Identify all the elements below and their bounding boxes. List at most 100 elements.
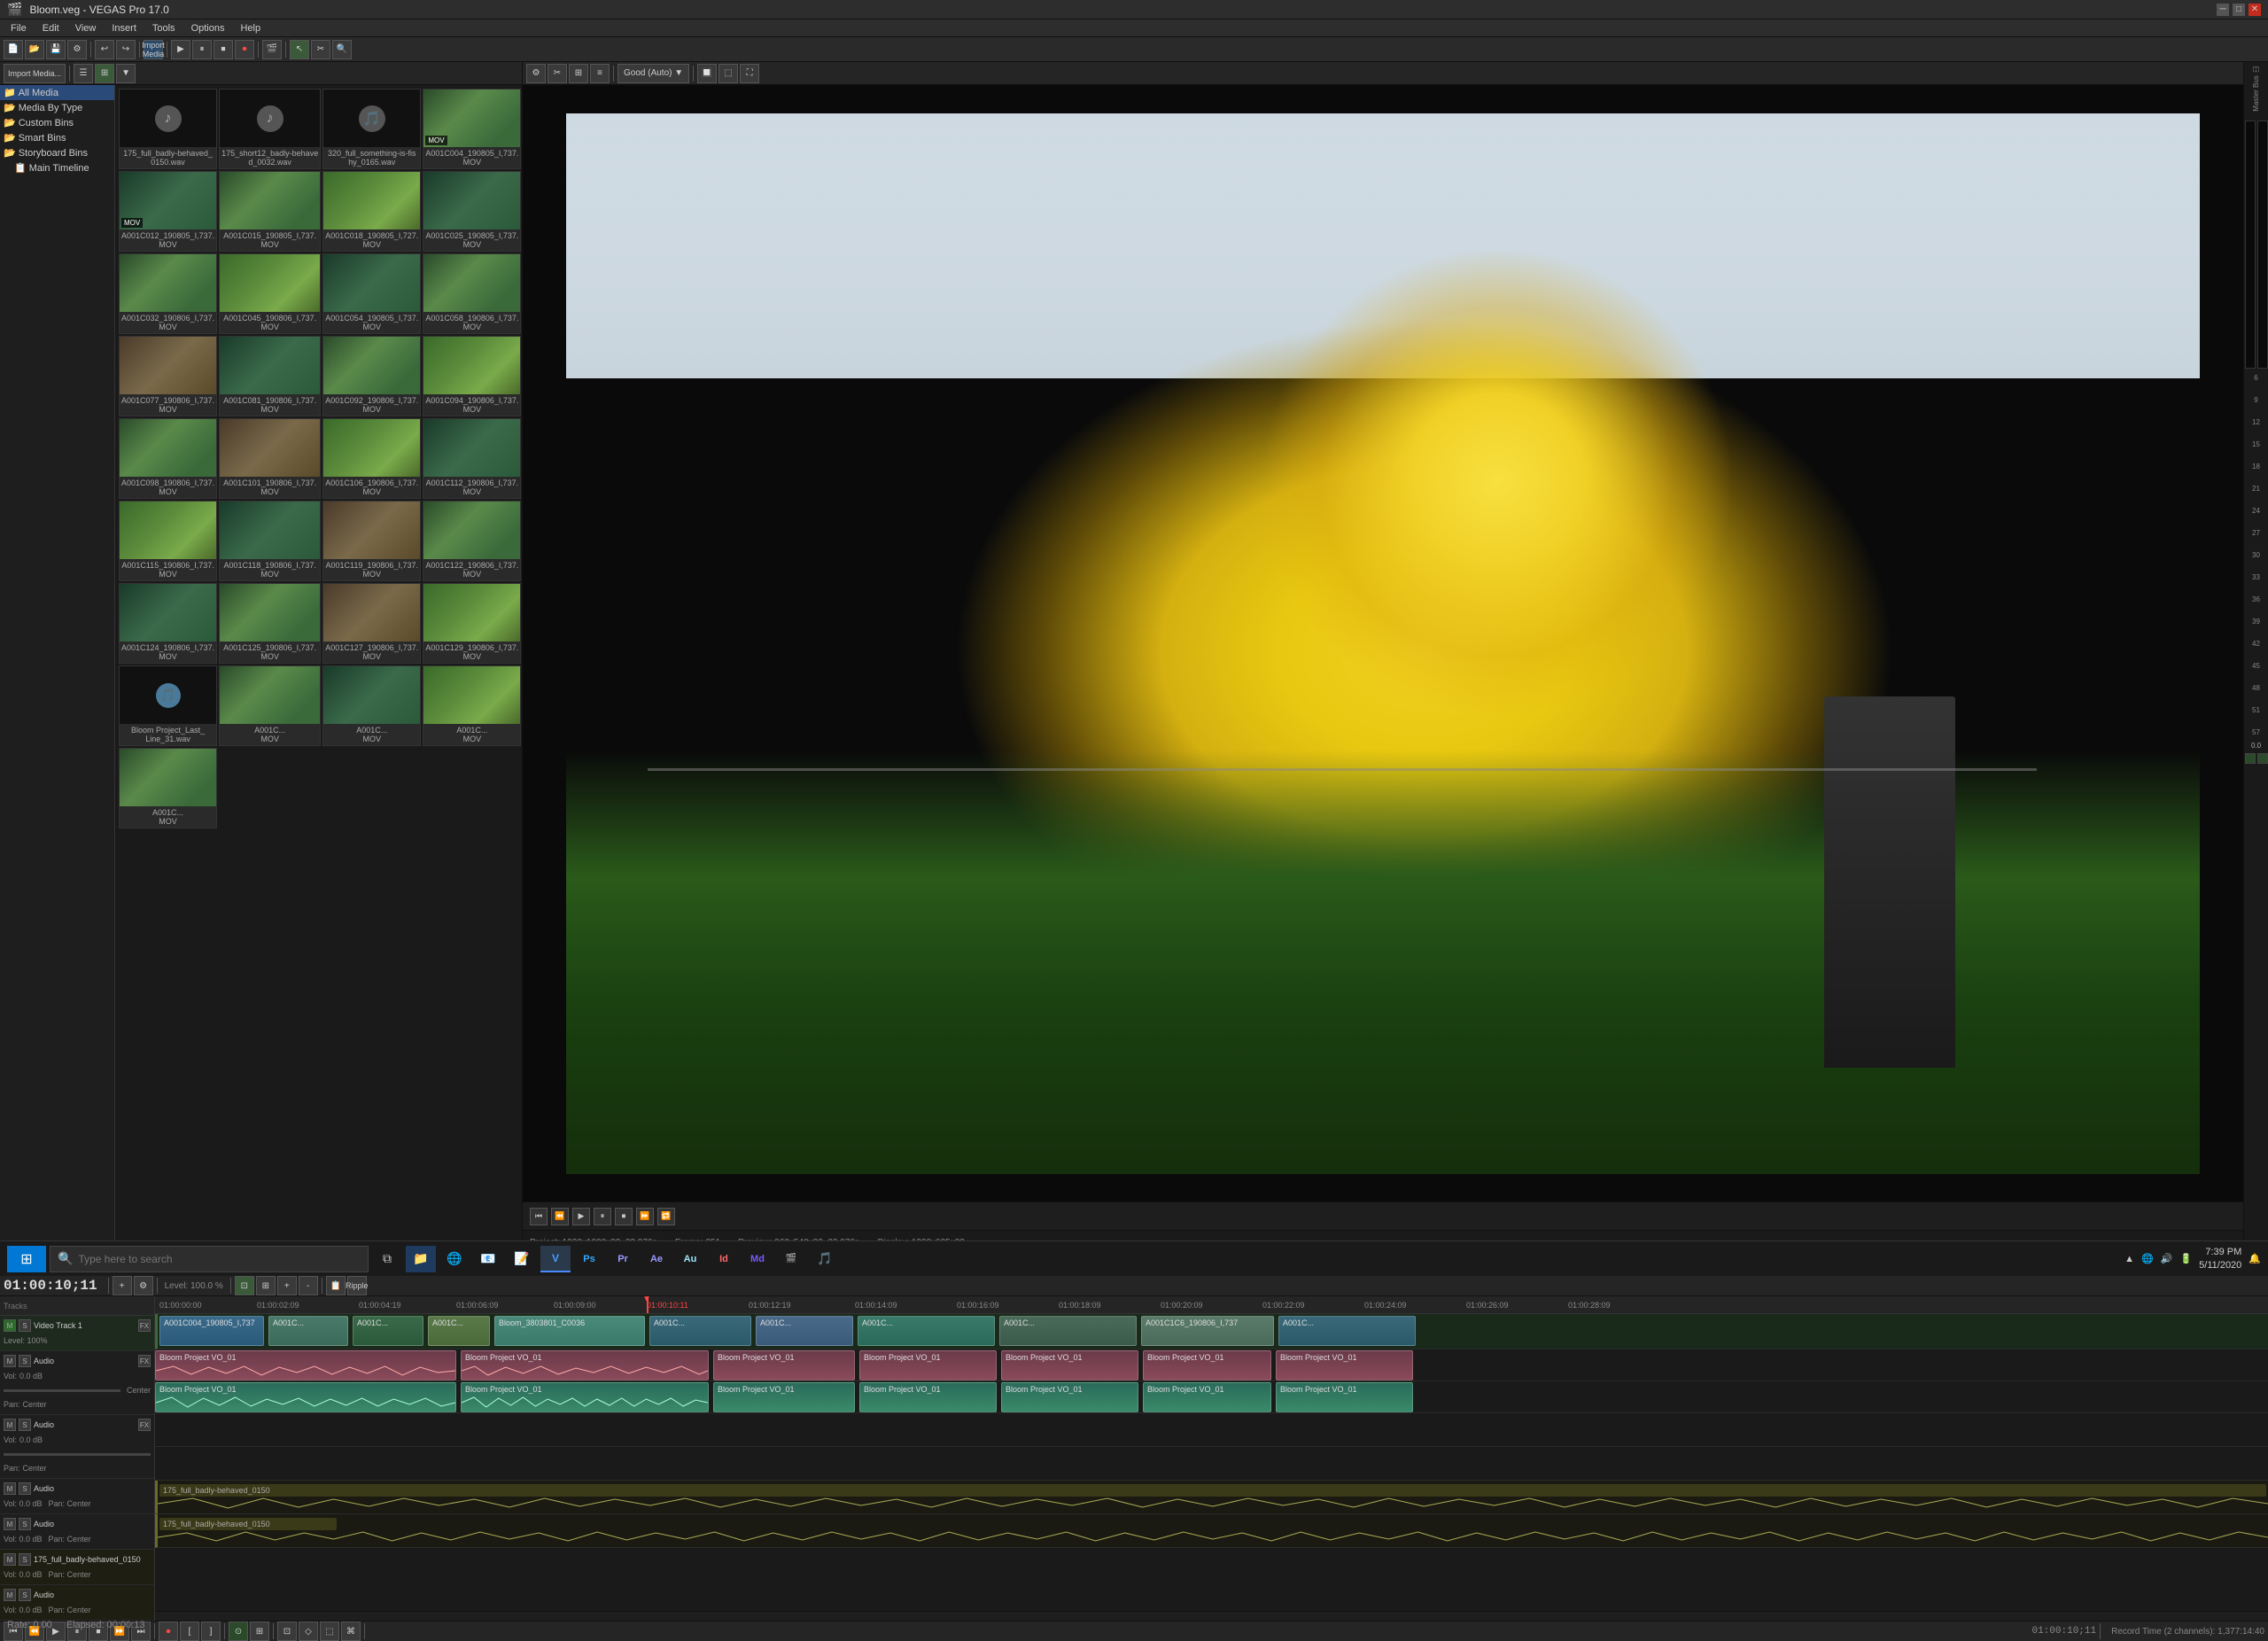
media-thumb-20[interactable]: A001C098_190806_I,737.MOV [119, 418, 217, 499]
tl-ripple-btn[interactable]: Ripple [347, 1276, 367, 1295]
media-thumb-26[interactable]: A001C118_190806_I,737.MOV [219, 501, 321, 581]
video-clip-7[interactable]: A001C... [756, 1316, 853, 1346]
preview-full-btn[interactable]: ⛶ [740, 64, 759, 83]
loop-btn[interactable]: 🔁 [657, 1208, 675, 1225]
tl-zoom-out-btn[interactable]: - [299, 1276, 318, 1295]
view-list-btn[interactable]: ☰ [74, 64, 93, 83]
media-thumb-22[interactable]: A001C106_190806_I,737.MOV [322, 418, 421, 499]
undo-button[interactable]: ↩ [95, 40, 114, 59]
stop-ctrl-btn[interactable]: ⏹ [615, 1208, 633, 1225]
media-thumb-27[interactable]: A001C119_190806_I,737.MOV [322, 501, 421, 581]
track-solo-a2[interactable]: S [19, 1419, 31, 1431]
audio-clip-t7[interactable]: Bloom Project VO_01 [1276, 1382, 1413, 1412]
media-thumb-30[interactable]: A001C124_190806_I,737.MOV [119, 583, 217, 664]
media-thumb-2[interactable]: 🎵 320_full_something-is-fishy_0165.wav [322, 89, 421, 169]
taskbar-app-pr[interactable]: Pr [608, 1246, 638, 1272]
media-thumb-17[interactable]: A001C092_190806_I,737.MOV [322, 336, 421, 416]
record-button[interactable]: ⏺ [235, 40, 254, 59]
play-button[interactable]: ▶ [171, 40, 190, 59]
media-thumb-31[interactable]: A001C125_190806_I,737.MOV [219, 583, 321, 664]
taskbar-app-extra3[interactable]: 🎵 [810, 1246, 840, 1272]
start-button[interactable]: ⊞ [7, 1246, 46, 1272]
audio-clip-r4[interactable]: Bloom Project VO_01 [859, 1350, 997, 1380]
render-button[interactable]: 🎬 [262, 40, 282, 59]
preview-settings-btn[interactable]: ⚙ [526, 64, 546, 83]
track-solo-a1[interactable]: S [19, 1355, 31, 1367]
taskbar-search-input[interactable] [78, 1253, 361, 1265]
tree-storyboard-bins[interactable]: 📂 Storyboard Bins [0, 145, 114, 160]
save-button[interactable]: 💾 [46, 40, 66, 59]
video-clip-6[interactable]: A001C... [649, 1316, 751, 1346]
preview-split-btn[interactable]: ⬚ [718, 64, 738, 83]
track-solo-a4[interactable]: S [19, 1518, 31, 1530]
audio-clip-t4[interactable]: Bloom Project VO_01 [859, 1382, 997, 1412]
media-thumb-16[interactable]: A001C081_190806_I,737.MOV [219, 336, 321, 416]
redo-button[interactable]: ↪ [116, 40, 136, 59]
cursor-tool[interactable]: ↖ [290, 40, 309, 59]
track-mute-a1[interactable]: M [4, 1355, 16, 1367]
media-thumb-32[interactable]: A001C127_190806_I,737.MOV [322, 583, 421, 664]
menu-tools[interactable]: Tools [145, 21, 183, 35]
media-thumb-8[interactable]: A001C025_190805_I,737.MOV [423, 171, 521, 252]
taskbar-app-explorer[interactable]: 📁 [406, 1246, 436, 1272]
video-clip-4[interactable]: A001C... [428, 1316, 490, 1346]
track-fx-v1[interactable]: FX [138, 1319, 151, 1332]
track-mute-m2[interactable]: M [4, 1589, 16, 1601]
media-thumb-38[interactable]: A001C...MOV [423, 665, 521, 746]
audio-clip-t2[interactable]: Bloom Project VO_01 [461, 1382, 709, 1412]
taskbar-app-vegas[interactable]: V [540, 1246, 571, 1272]
audio-clip-t1[interactable]: Bloom Project VO_01 [155, 1382, 456, 1412]
media-thumb-40[interactable]: A001C...MOV [119, 748, 217, 828]
media-thumb-12[interactable]: A001C054_190805_I,737.MOV [322, 253, 421, 334]
maximize-button[interactable]: □ [2233, 4, 2245, 16]
video-clip-2[interactable]: A001C... [268, 1316, 348, 1346]
track-mute-a3[interactable]: M [4, 1482, 16, 1495]
tl-settings-btn[interactable]: ⚙ [134, 1276, 153, 1295]
taskbar-app-extra2[interactable]: 🎬 [776, 1246, 806, 1272]
taskbar-app-mail[interactable]: 📧 [473, 1246, 503, 1272]
taskbar-app-notepad[interactable]: 📝 [507, 1246, 537, 1272]
menu-view[interactable]: View [68, 21, 104, 35]
tl-sync-cursor-btn[interactable]: ⊡ [277, 1622, 297, 1641]
media-thumb-7[interactable]: A001C018_190805_I,727.MOV [322, 171, 421, 252]
media-thumb-15[interactable]: A001C077_190806_I,737.MOV [119, 336, 217, 416]
menu-edit[interactable]: Edit [35, 21, 66, 35]
media-thumb-35[interactable]: 🎵 Bloom Project_Last_Line_31.wav [119, 665, 217, 746]
video-clip-10[interactable]: A001C1C6_190806_I,737 [1141, 1316, 1274, 1346]
preview-grid-btn[interactable]: ⊞ [569, 64, 588, 83]
media-thumb-1[interactable]: ♪ 175_short12_badly-behaved_0032.wav [219, 89, 321, 169]
tl-zoom-fit-btn[interactable]: ⊞ [250, 1622, 269, 1641]
track-solo-v1[interactable]: S [19, 1319, 31, 1332]
video-clip-9[interactable]: A001C... [999, 1316, 1137, 1346]
preview-cut-btn[interactable]: ✂ [548, 64, 567, 83]
audio-clip-r5[interactable]: Bloom Project VO_01 [1001, 1350, 1138, 1380]
tl-cmd-btn[interactable]: ⌘ [341, 1622, 361, 1641]
tree-smart-bins[interactable]: 📂 Smart Bins [0, 130, 114, 145]
stop-button[interactable]: ⏹ [214, 40, 233, 59]
tl-regions-btn[interactable]: ⬚ [320, 1622, 339, 1641]
minimize-button[interactable]: ─ [2217, 4, 2229, 16]
settings-button[interactable]: ⚙ [67, 40, 87, 59]
pause-button[interactable]: ⏸ [192, 40, 212, 59]
tl-mark-in-btn[interactable]: [ [180, 1622, 199, 1641]
preview-quality-btn[interactable]: Good (Auto) ▼ [617, 64, 689, 83]
taskbar-app-au[interactable]: Au [675, 1246, 705, 1272]
media-thumb-13[interactable]: A001C058_190806_I,737.MOV [423, 253, 521, 334]
tree-main-timeline[interactable]: 📋 Main Timeline [0, 160, 114, 175]
tl-paste-btn[interactable]: 📋 [326, 1276, 346, 1295]
open-button[interactable]: 📂 [25, 40, 44, 59]
tl-markers-btn[interactable]: ◇ [299, 1622, 318, 1641]
tl-record-btn[interactable]: ⏺ [159, 1622, 178, 1641]
video-clip-3[interactable]: A001C... [353, 1316, 423, 1346]
pause-ctrl-btn[interactable]: ⏸ [594, 1208, 611, 1225]
preview-menu-btn[interactable]: ≡ [590, 64, 610, 83]
taskbar-search-box[interactable]: 🔍 [50, 1246, 369, 1272]
tl-loop-region-btn[interactable]: ⊙ [229, 1622, 248, 1641]
taskbar-app-ae[interactable]: Ae [641, 1246, 672, 1272]
import-button[interactable]: Import Media [144, 40, 163, 59]
tree-custom-bins[interactable]: 📂 Custom Bins [0, 115, 114, 130]
tree-all-media[interactable]: 📁 All Media [0, 85, 114, 100]
tray-notifications[interactable]: 🔔 [2249, 1253, 2261, 1264]
taskbar-task-view[interactable]: ⧉ [372, 1246, 402, 1272]
audio-clip-t6[interactable]: Bloom Project VO_01 [1143, 1382, 1271, 1412]
